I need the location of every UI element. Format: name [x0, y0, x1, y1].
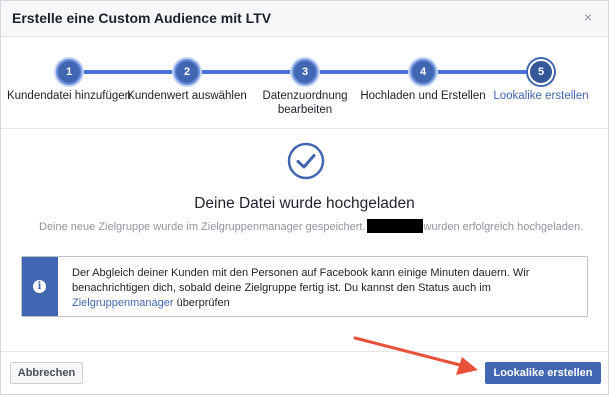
info-message-end: überprüfen	[173, 297, 230, 309]
cancel-button[interactable]: Abbrechen	[10, 362, 83, 384]
success-title: Deine Datei wurde hochgeladen	[194, 195, 415, 212]
step-3-label: Datenzuordnung bearbeiten	[262, 89, 347, 117]
create-lookalike-button[interactable]: Lookalike erstellen	[485, 362, 601, 384]
step-1-circle: 1	[56, 59, 82, 85]
checkmark-icon	[287, 142, 325, 180]
custom-audience-dialog: Erstelle eine Custom Audience mit LTV × …	[0, 0, 609, 395]
step-5-circle: 5	[528, 59, 554, 85]
step-3-label-line1: Datenzuordnung	[262, 90, 348, 102]
info-bar: i	[22, 257, 58, 316]
dialog-title: Erstelle eine Custom Audience mit LTV	[12, 10, 272, 26]
step-1-label: Kundendatei hinzufügen	[6, 90, 132, 102]
step-4-label: Hochladen und Erstellen	[360, 90, 486, 102]
progress-stepper: 1 2 3 4 5 Kundendatei hinzufügen Kundenw…	[1, 37, 608, 129]
close-icon[interactable]: ×	[580, 9, 596, 25]
step-2-label: Kundenwert auswählen	[127, 90, 247, 102]
success-subtitle-start: Deine neue Zielgruppe wurde im Zielgrupp…	[39, 221, 366, 233]
success-subtitle-end: wurden erfolgreich hochgeladen.	[423, 221, 584, 233]
step-4-circle: 4	[410, 59, 436, 85]
dialog-header: Erstelle eine Custom Audience mit LTV ×	[1, 1, 608, 37]
success-subtitle: Deine neue Zielgruppe wurde im Zielgrupp…	[39, 219, 583, 233]
audience-manager-link[interactable]: Zielgruppenmanager	[72, 297, 174, 309]
info-notice: i Der Abgleich deiner Kunden mit den Per…	[21, 256, 588, 317]
redacted-block	[366, 219, 423, 233]
info-text: Der Abgleich deiner Kunden mit den Perso…	[72, 266, 572, 311]
upload-success-section: Deine Datei wurde hochgeladen Deine neue…	[1, 139, 608, 239]
step-5-label: Lookalike erstellen	[493, 90, 589, 102]
step-3-circle: 3	[292, 59, 318, 85]
step-2-circle: 2	[174, 59, 200, 85]
info-icon: i	[33, 280, 46, 293]
dialog-footer: Abbrechen Lookalike erstellen	[1, 351, 608, 394]
step-3-label-line2: bearbeiten	[277, 104, 333, 116]
info-message: Der Abgleich deiner Kunden mit den Perso…	[72, 267, 530, 294]
